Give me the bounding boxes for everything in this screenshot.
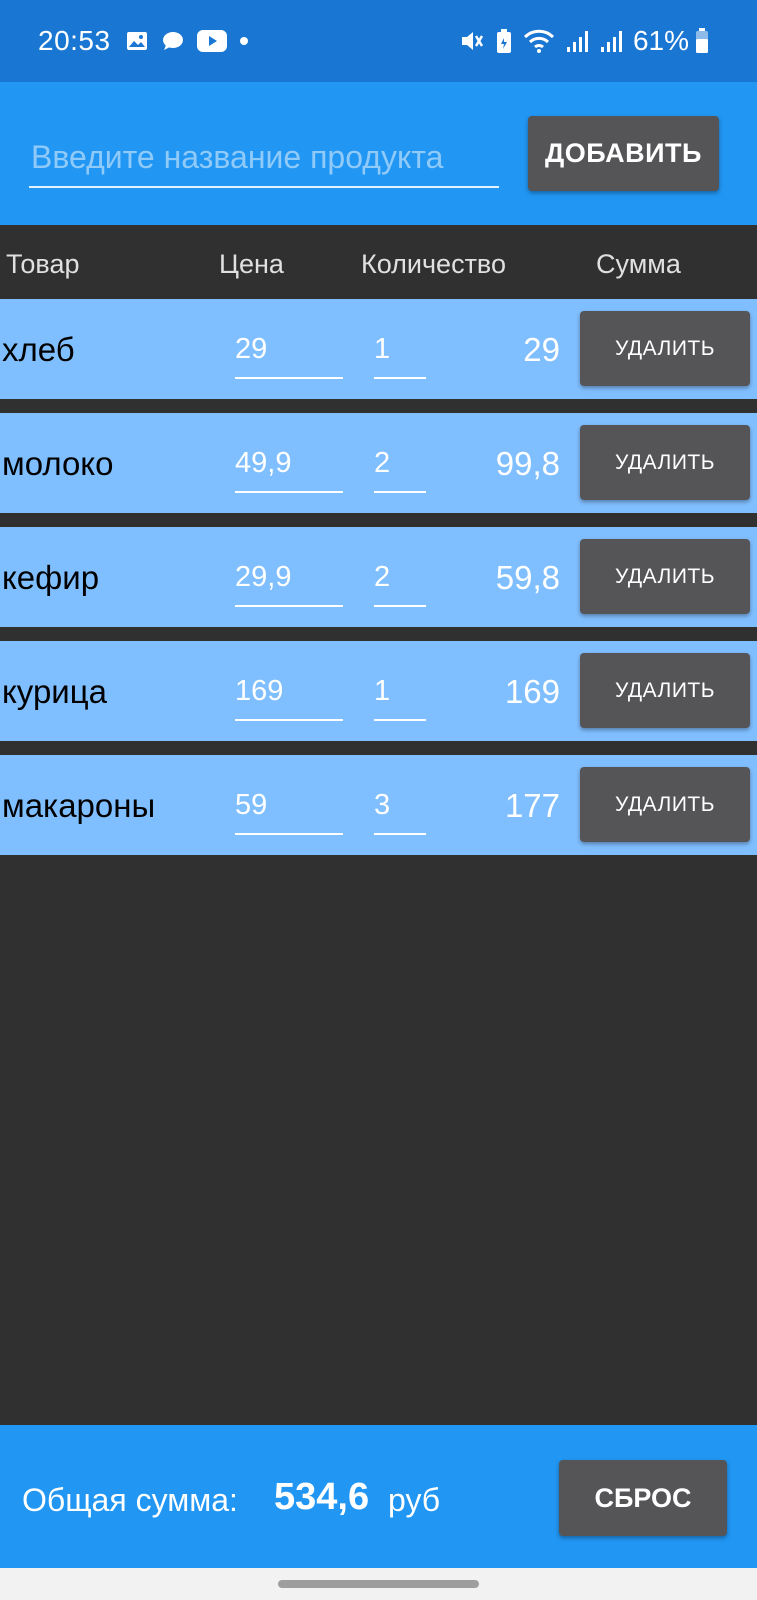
header-sum: Сумма xyxy=(596,249,681,279)
total-unit: руб xyxy=(388,1482,441,1518)
row-name: хлеб xyxy=(2,331,75,368)
home-handle[interactable] xyxy=(278,1580,479,1588)
reset-button[interactable]: СБРОС xyxy=(559,1460,727,1536)
total-value: 534,6 xyxy=(274,1476,370,1518)
row-sum: 99,8 xyxy=(495,445,560,482)
delete-button[interactable]: УДАЛИТЬ xyxy=(580,767,750,842)
total-label: Общая сумма: xyxy=(22,1482,238,1518)
chat-icon xyxy=(161,29,185,53)
table-row: макароны 59 3 177 УДАЛИТЬ xyxy=(0,755,757,855)
table-row: молоко 49,9 2 99,8 УДАЛИТЬ xyxy=(0,413,757,513)
battery-icon xyxy=(695,28,709,54)
quantity-input[interactable]: 1 xyxy=(374,323,426,379)
row-name: курица xyxy=(2,673,107,710)
row-sum: 29 xyxy=(523,331,560,368)
table-row: хлеб 29 1 29 УДАЛИТЬ xyxy=(0,299,757,399)
signal-icon xyxy=(599,29,623,53)
image-icon xyxy=(125,29,149,53)
row-name: макароны xyxy=(2,787,156,824)
status-right: 61% xyxy=(459,25,719,57)
header-name: Товар xyxy=(6,249,80,279)
row-sum: 59,8 xyxy=(495,559,560,596)
table-row: кефир 29,9 2 59,8 УДАЛИТЬ xyxy=(0,527,757,627)
delete-button[interactable]: УДАЛИТЬ xyxy=(580,539,750,614)
youtube-icon xyxy=(196,30,227,52)
quantity-input[interactable]: 2 xyxy=(374,551,426,607)
quantity-input[interactable]: 3 xyxy=(374,779,426,835)
battery-saver-icon xyxy=(495,28,513,54)
row-sum: 169 xyxy=(504,673,560,710)
quantity-input[interactable]: 1 xyxy=(374,665,426,721)
product-name-input[interactable] xyxy=(29,128,499,188)
row-name: молоко xyxy=(2,445,114,482)
header-qty: Количество xyxy=(361,249,506,279)
wifi-icon xyxy=(523,28,555,54)
status-time: 20:53 xyxy=(38,25,111,56)
header-price: Цена xyxy=(219,249,284,279)
table-row: курица 169 1 169 УДАЛИТЬ xyxy=(0,641,757,741)
price-input[interactable]: 59 xyxy=(235,779,343,835)
mute-icon xyxy=(459,28,485,54)
table-header: Товар Цена Количество Сумма xyxy=(0,225,757,299)
row-sum: 177 xyxy=(504,787,560,824)
add-button[interactable]: ДОБАВИТЬ xyxy=(528,116,719,191)
price-input[interactable]: 29 xyxy=(235,323,343,379)
price-input[interactable]: 169 xyxy=(235,665,343,721)
delete-button[interactable]: УДАЛИТЬ xyxy=(580,311,750,386)
delete-button[interactable]: УДАЛИТЬ xyxy=(580,425,750,500)
price-input[interactable]: 29,9 xyxy=(235,551,343,607)
row-name: кефир xyxy=(2,559,100,596)
quantity-input[interactable]: 2 xyxy=(374,437,426,493)
battery-percent: 61% xyxy=(632,25,689,56)
price-input[interactable]: 49,9 xyxy=(235,437,343,493)
status-bar: 20:53 61% xyxy=(0,0,757,82)
delete-button[interactable]: УДАЛИТЬ xyxy=(580,653,750,728)
signal-icon xyxy=(565,29,589,53)
dot-icon xyxy=(239,36,249,46)
